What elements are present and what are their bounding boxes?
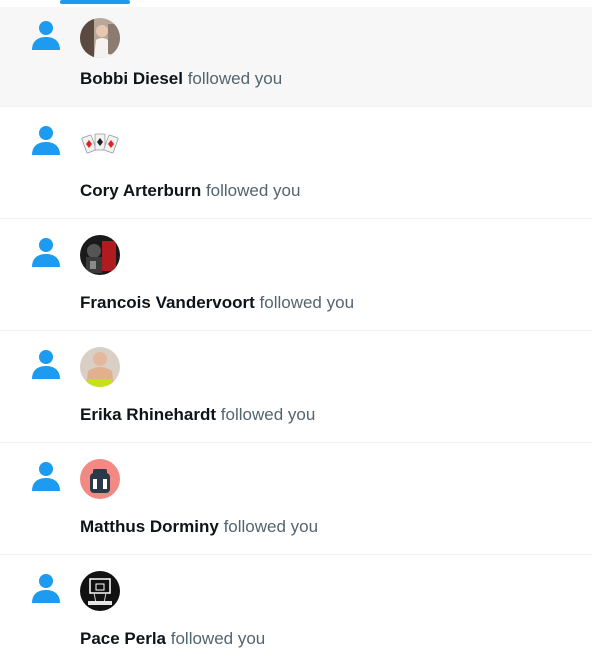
notification-action: followed you xyxy=(187,69,283,88)
user-name-link[interactable]: Cory Arterburn xyxy=(80,181,201,200)
user-name-link[interactable]: Francois Vandervoort xyxy=(80,293,255,312)
active-tab-indicator xyxy=(60,0,130,4)
person-icon xyxy=(32,462,60,491)
person-icon xyxy=(32,238,60,267)
notification-action: followed you xyxy=(223,517,319,536)
notification-text: Pace Perla followed you xyxy=(80,629,265,649)
user-name-link[interactable]: Bobbi Diesel xyxy=(80,69,183,88)
notification-text: Erika Rhinehardt followed you xyxy=(80,405,315,425)
person-icon xyxy=(32,350,60,379)
avatar[interactable] xyxy=(80,347,120,387)
notification-action: followed you xyxy=(170,629,266,648)
avatar[interactable] xyxy=(80,235,120,275)
user-name-link[interactable]: Erika Rhinehardt xyxy=(80,405,216,424)
avatar[interactable] xyxy=(80,18,120,58)
person-icon xyxy=(32,126,60,155)
person-icon xyxy=(32,574,60,603)
notification-item[interactable]: Francois Vandervoort followed you xyxy=(0,219,592,331)
notification-action: followed you xyxy=(220,405,316,424)
person-icon xyxy=(32,21,60,50)
notification-item[interactable]: Cory Arterburn followed you xyxy=(0,107,592,219)
notification-text: Francois Vandervoort followed you xyxy=(80,293,354,313)
notification-item[interactable]: Erika Rhinehardt followed you xyxy=(0,331,592,443)
avatar[interactable] xyxy=(80,126,120,166)
notification-item[interactable]: Pace Perla followed you xyxy=(0,555,592,660)
avatar[interactable] xyxy=(80,459,120,499)
user-name-link[interactable]: Pace Perla xyxy=(80,629,166,648)
notification-text: Cory Arterburn followed you xyxy=(80,181,300,201)
notification-action: followed you xyxy=(205,181,301,200)
notification-item[interactable]: Bobbi Diesel followed you xyxy=(0,7,592,107)
avatar[interactable] xyxy=(80,571,120,611)
notification-item[interactable]: Matthus Dorminy followed you xyxy=(0,443,592,555)
notification-action: followed you xyxy=(259,293,355,312)
user-name-link[interactable]: Matthus Dorminy xyxy=(80,517,219,536)
notification-text: Bobbi Diesel followed you xyxy=(80,69,282,89)
notification-text: Matthus Dorminy followed you xyxy=(80,517,318,537)
